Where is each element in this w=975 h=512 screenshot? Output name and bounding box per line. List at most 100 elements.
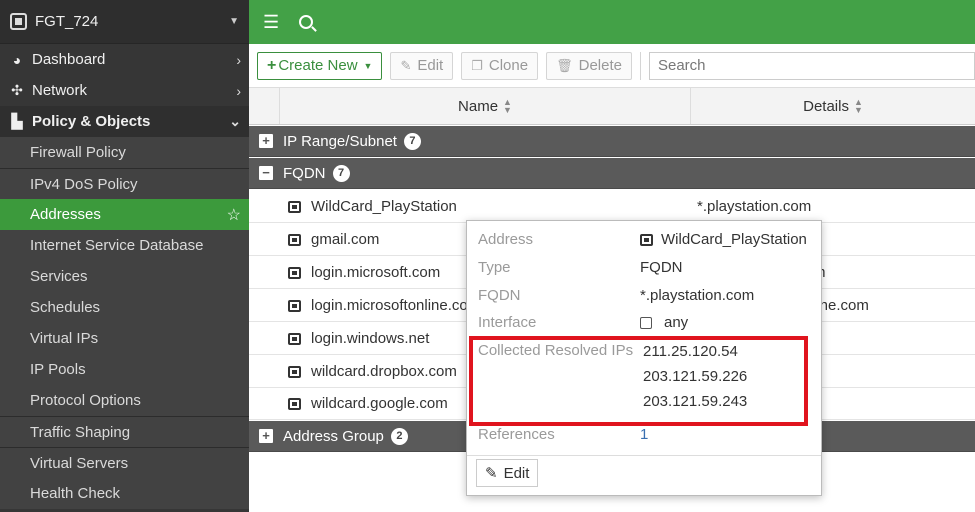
- nav-protocol-options[interactable]: Protocol Options: [0, 385, 249, 416]
- address-icon: [288, 266, 301, 279]
- nav-policy-objects-label: Policy & Objects: [32, 113, 151, 130]
- edit-label: Edit: [417, 57, 444, 74]
- popup-fqdn-value: *.playstation.com: [640, 287, 755, 304]
- column-name-label: Name: [458, 97, 499, 115]
- clone-button[interactable]: ❐ Clone: [461, 51, 539, 80]
- sort-icon: ▲ ▼: [503, 97, 512, 115]
- clone-icon: ❐: [471, 57, 483, 73]
- create-new-label: Create New: [278, 57, 358, 74]
- group-label: IP Range/Subnet: [283, 132, 397, 150]
- edit-button[interactable]: ✎ Edit: [390, 51, 454, 80]
- device-selector[interactable]: FGT_724 ▼: [0, 0, 249, 44]
- nav-addresses[interactable]: Addresses ☆: [0, 199, 249, 230]
- pencil-icon: ✎: [485, 465, 498, 482]
- nav-internet-service-database[interactable]: Internet Service Database: [0, 230, 249, 261]
- search-icon[interactable]: [299, 15, 314, 29]
- collapse-icon[interactable]: −: [259, 166, 273, 180]
- nav-firewall-policy[interactable]: Firewall Policy: [0, 137, 249, 168]
- row-select[interactable]: [249, 191, 280, 222]
- row-name-cell: WildCard_PlayStation: [280, 191, 691, 222]
- toolbar: + Create New ▼ ✎ Edit ❐ Clone 🗑 Delete S…: [249, 44, 975, 87]
- address-icon: [288, 299, 301, 312]
- nav-label: Virtual Servers: [30, 454, 129, 472]
- policy-icon: ▙: [11, 113, 23, 129]
- sort-icon: ▲ ▼: [853, 97, 863, 115]
- nav-schedules[interactable]: Schedules: [0, 292, 249, 323]
- group-label: Address Group: [283, 427, 384, 445]
- row-select[interactable]: [249, 290, 280, 321]
- hamburger-menu-icon[interactable]: ☰: [263, 12, 279, 33]
- dashboard-icon: ◕: [12, 51, 22, 68]
- select-all-column[interactable]: [249, 88, 280, 124]
- chevron-right-icon: ›: [236, 82, 241, 99]
- star-icon[interactable]: ☆: [227, 205, 241, 225]
- nav-dashboard[interactable]: ◕ Dashboard ›: [0, 44, 249, 75]
- nav-virtual-ips[interactable]: Virtual IPs: [0, 323, 249, 354]
- search-input[interactable]: Search: [648, 51, 975, 80]
- row-name: login.windows.net: [311, 330, 430, 347]
- popup-type-row: Type FQDN: [478, 259, 818, 276]
- nav-label: Firewall Policy: [30, 144, 126, 161]
- row-select[interactable]: [249, 257, 280, 288]
- table-row[interactable]: WildCard_PlayStation *.playstation.com: [249, 191, 975, 223]
- toolbar-divider: [639, 51, 641, 80]
- address-icon: [288, 200, 301, 213]
- popup-fqdn-row: FQDN *.playstation.com: [478, 287, 818, 304]
- row-select[interactable]: [249, 388, 280, 419]
- nav-ipv4-dos-policy[interactable]: IPv4 DoS Policy: [0, 168, 249, 199]
- nav-label: IP Pools: [30, 361, 86, 378]
- row-details: *.playstation.com: [697, 198, 812, 215]
- row-name: WildCard_PlayStation: [311, 198, 457, 215]
- popup-value: any: [640, 314, 688, 331]
- popup-label: Address: [478, 231, 534, 248]
- expand-icon[interactable]: +: [259, 429, 273, 443]
- nav-label: Services: [30, 268, 88, 285]
- group-ip-range-subnet[interactable]: + IP Range/Subnet 7: [249, 126, 975, 157]
- popup-value: WildCard_PlayStation: [640, 231, 807, 248]
- popup-edit-button[interactable]: ✎ Edit: [476, 459, 539, 487]
- group-fqdn[interactable]: − FQDN 7: [249, 158, 975, 189]
- table-header: Name ▲ ▼ Details ▲ ▼: [249, 87, 975, 125]
- search-placeholder: Search: [657, 57, 706, 74]
- address-icon: [288, 233, 301, 246]
- chevron-down-icon: ▼: [229, 16, 239, 27]
- column-header-details[interactable]: Details ▲ ▼: [691, 88, 975, 124]
- references-link[interactable]: 1: [640, 426, 648, 443]
- nav-label: Health Check: [30, 485, 121, 502]
- nav-label: Internet Service Database: [30, 237, 204, 254]
- row-name: login.microsoft.com: [311, 264, 441, 281]
- nav-dashboard-label: Dashboard: [32, 51, 106, 68]
- nav-label: Protocol Options: [30, 392, 141, 409]
- address-icon: [288, 397, 301, 410]
- row-select[interactable]: [249, 323, 280, 354]
- popup-edit-label: Edit: [503, 464, 530, 482]
- nav-label: IPv4 DoS Policy: [30, 175, 138, 193]
- popup-address-row: Address WildCard_PlayStation: [478, 231, 818, 248]
- delete-button[interactable]: 🗑 Delete: [546, 51, 632, 80]
- popup-label: Type: [478, 259, 511, 276]
- popup-label: References: [478, 426, 555, 443]
- trash-icon: 🗑: [556, 57, 573, 73]
- address-icon: [288, 365, 301, 378]
- nav-traffic-shaping[interactable]: Traffic Shaping: [0, 416, 249, 447]
- popup-interface-value: any: [664, 314, 689, 331]
- nav-ip-pools[interactable]: IP Pools: [0, 354, 249, 385]
- popup-divider: [467, 455, 821, 456]
- caret-down-icon: ▼: [363, 60, 373, 71]
- nav-services[interactable]: Services: [0, 261, 249, 292]
- popup-label: Interface: [478, 314, 537, 331]
- popup-type-value: FQDN: [640, 259, 683, 276]
- nav-network-label: Network: [32, 82, 88, 99]
- expand-icon[interactable]: +: [259, 134, 273, 148]
- row-select[interactable]: [249, 224, 280, 255]
- column-header-name[interactable]: Name ▲ ▼: [280, 88, 691, 124]
- plus-icon: +: [267, 56, 277, 74]
- nav-policy-objects[interactable]: ▙ Policy & Objects ⌄: [0, 106, 249, 137]
- nav-virtual-servers[interactable]: Virtual Servers: [0, 447, 249, 478]
- clone-label: Clone: [488, 57, 529, 74]
- row-select[interactable]: [249, 356, 280, 387]
- nav-network[interactable]: ✣ Network ›: [0, 75, 249, 106]
- address-icon: [640, 233, 653, 246]
- create-new-button[interactable]: + Create New ▼: [257, 51, 383, 80]
- nav-health-check[interactable]: Health Check: [0, 478, 249, 509]
